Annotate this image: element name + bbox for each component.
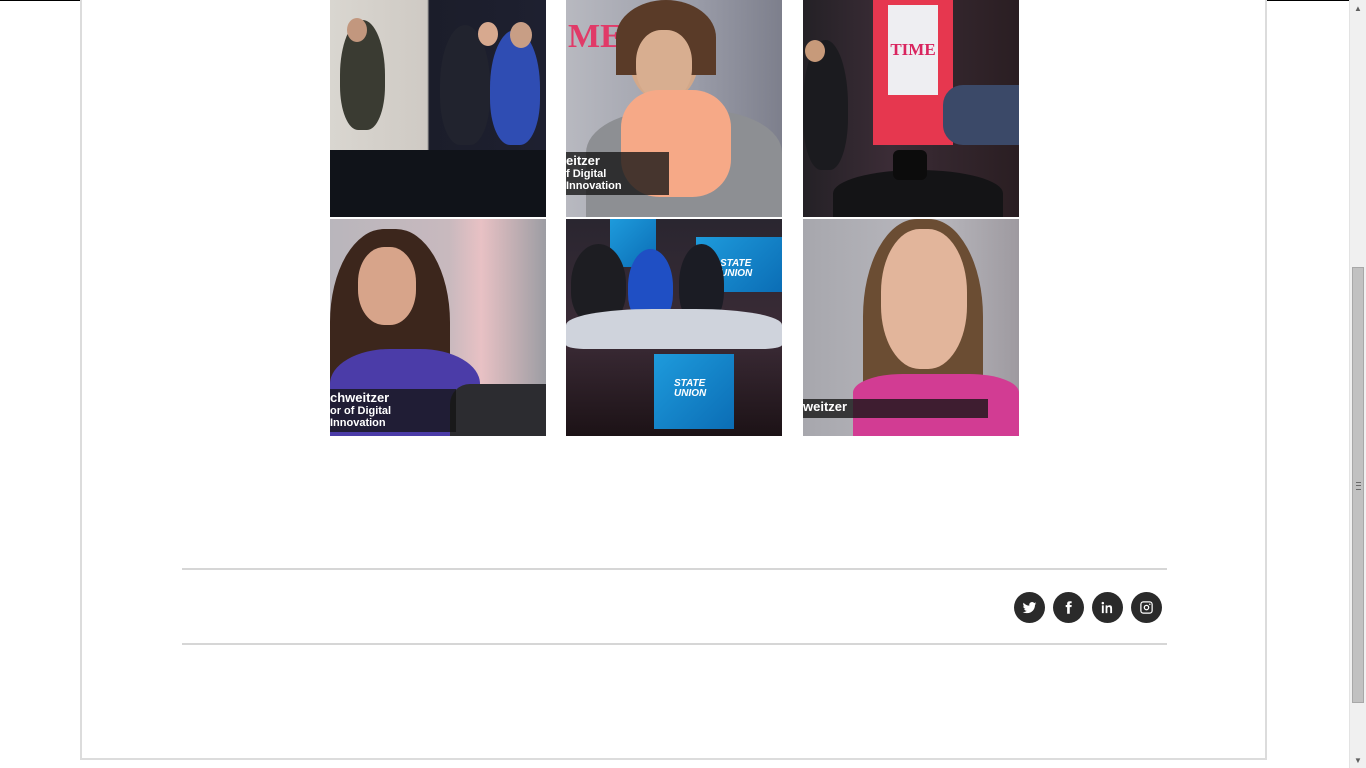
camera: [893, 150, 927, 180]
gallery-photo-time-set[interactable]: TIME: [803, 0, 1019, 217]
lower-third-caption: weitzer: [803, 399, 988, 418]
twitter-button[interactable]: [1014, 592, 1045, 623]
scrollbar-thumb[interactable]: [1352, 267, 1364, 703]
time-logo-fragment: ME: [568, 18, 623, 55]
gallery-photo-interview-scarf[interactable]: ME eitzer f Digital Innovation: [566, 0, 782, 217]
gallery-photo-event-interview[interactable]: weitzer: [803, 219, 1019, 436]
scrollbar-grip-icon: [1356, 482, 1361, 490]
facebook-icon: [1065, 601, 1072, 614]
lower-third-caption: eitzer f Digital Innovation: [566, 152, 669, 195]
time-screen: TIME: [888, 5, 938, 95]
person-face: [358, 247, 416, 325]
gallery-photo-interview-purple-scarf[interactable]: chweitzer or of Digital Innovation: [330, 219, 546, 436]
vertical-scrollbar[interactable]: ▲ ▼: [1349, 0, 1366, 768]
footer-top-rule: [182, 568, 1167, 570]
gallery-photo-panel-discussion[interactable]: [330, 0, 546, 217]
instagram-button[interactable]: [1131, 592, 1162, 623]
instagram-icon: [1140, 601, 1153, 614]
gallery-photo-state-of-union-desk[interactable]: STATE UNION STATE UNION: [566, 219, 782, 436]
twitter-icon: [1022, 602, 1037, 614]
scroll-down-arrow-icon[interactable]: ▼: [1350, 752, 1366, 768]
scroll-up-arrow-icon[interactable]: ▲: [1350, 0, 1366, 16]
linkedin-button[interactable]: [1092, 592, 1123, 623]
linkedin-icon: [1101, 601, 1113, 614]
anchor-desk: [566, 309, 782, 349]
footer-bottom-rule: [182, 643, 1167, 645]
person-face: [881, 229, 967, 369]
lower-third-caption: chweitzer or of Digital Innovation: [330, 389, 456, 432]
person-figure: [490, 30, 540, 145]
facebook-button[interactable]: [1053, 592, 1084, 623]
